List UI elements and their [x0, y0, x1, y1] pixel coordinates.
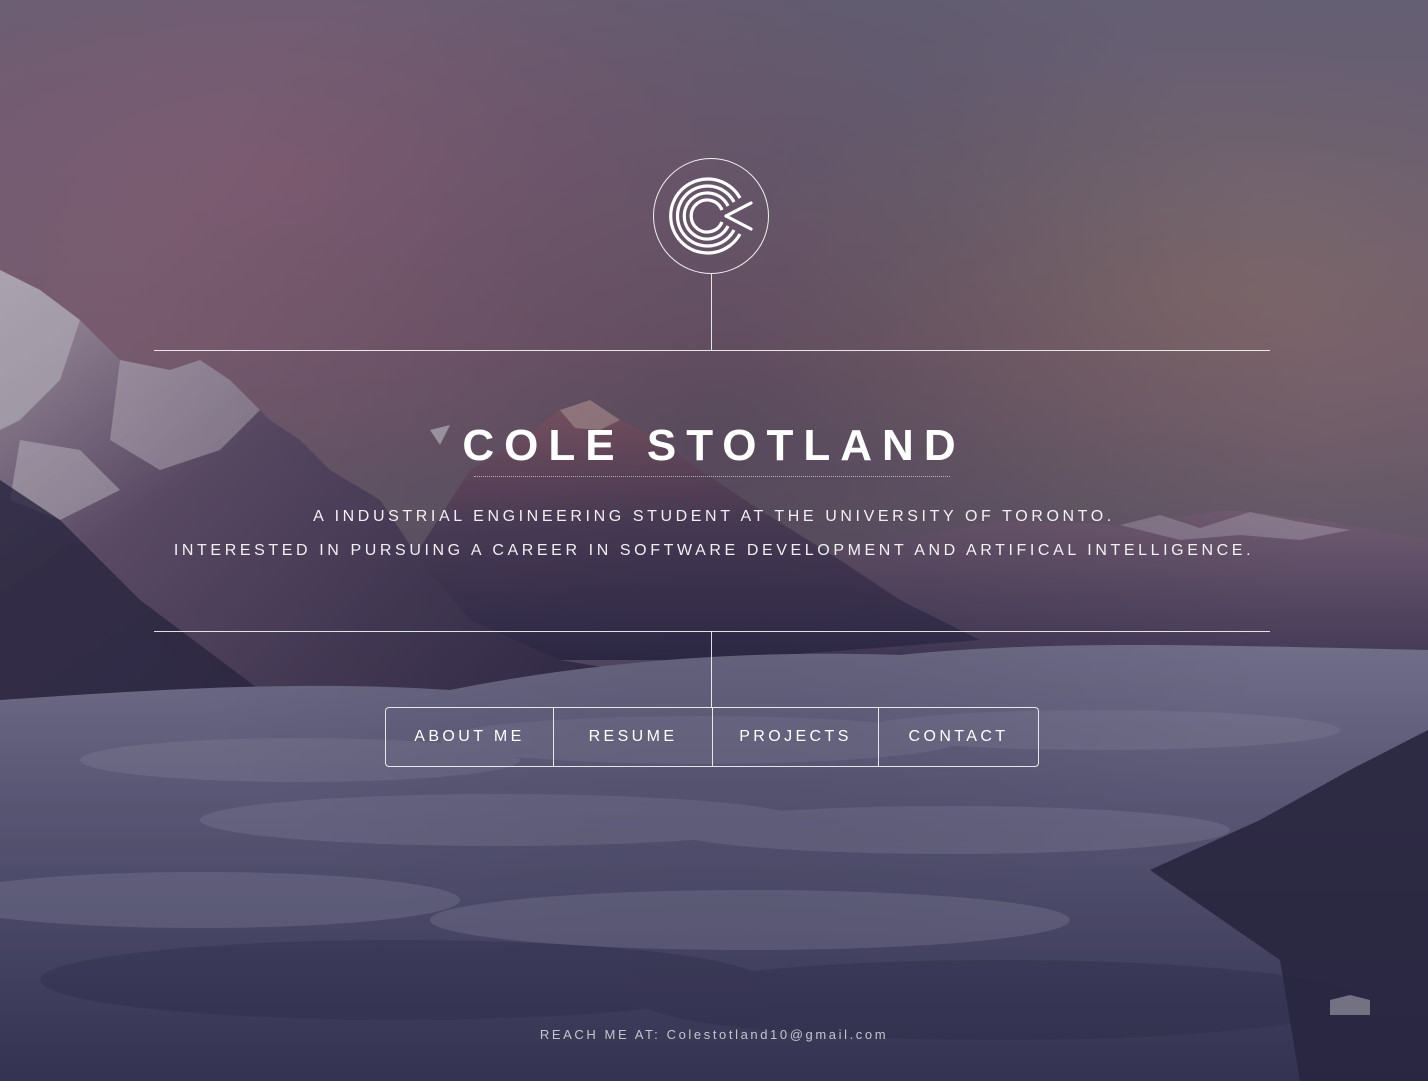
tagline-line-1: A INDUSTRIAL ENGINEERING STUDENT AT THE …: [313, 508, 1115, 525]
main-nav: ABOUT ME RESUME PROJECTS CONTACT: [385, 707, 1039, 767]
page-title: COLE STOTLAND: [462, 421, 966, 470]
bottom-divider: [154, 631, 1270, 632]
tagline-line-2: INTERESTED IN PURSUING A CAREER IN SOFTW…: [173, 542, 1255, 559]
nav-connector-line: [711, 631, 712, 707]
top-divider: [154, 350, 1270, 351]
logo-connector-line: [711, 274, 712, 350]
footer-prefix: REACH ME AT:: [539, 1027, 661, 1042]
nav-projects-button[interactable]: PROJECTS: [712, 708, 878, 766]
nav-contact-button[interactable]: CONTACT: [878, 708, 1038, 766]
c-monogram-icon: [669, 177, 753, 255]
logo[interactable]: [653, 158, 769, 274]
footer-email-link[interactable]: Colestotland10@gmail.com: [667, 1027, 889, 1042]
nav-resume-button[interactable]: RESUME: [553, 708, 712, 766]
footer: REACH ME AT: Colestotland10@gmail.com: [0, 1027, 1428, 1042]
nav-about-me-button[interactable]: ABOUT ME: [386, 708, 553, 766]
title-underline: [474, 476, 950, 477]
